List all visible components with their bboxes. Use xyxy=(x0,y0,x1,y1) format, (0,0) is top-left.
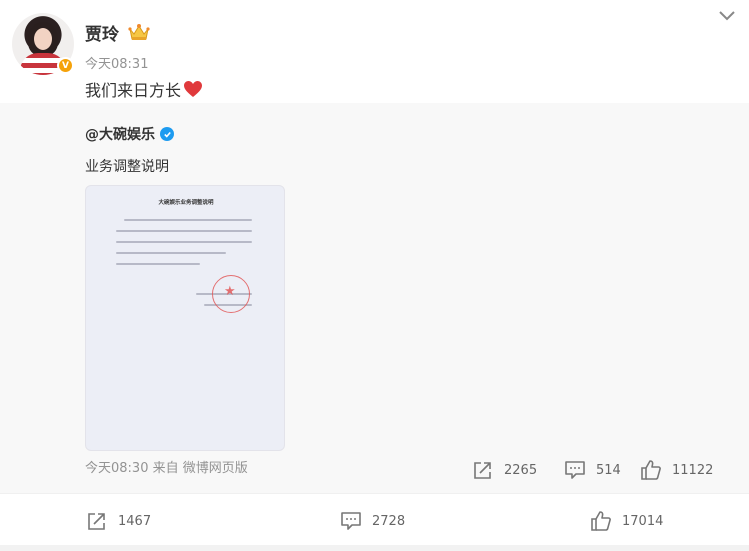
repost-username-text[interactable]: @大碗娱乐 xyxy=(85,124,155,144)
post-text-content: 我们来日方长 xyxy=(85,81,182,100)
divider xyxy=(0,493,749,494)
document-content: 大碗娱乐业务调整说明 xyxy=(86,186,284,450)
username[interactable]: 贾玲 xyxy=(85,20,119,45)
thumbs-up-icon xyxy=(641,460,661,480)
document-image[interactable]: 大碗娱乐业务调整说明 xyxy=(85,185,285,451)
document-line xyxy=(116,241,252,243)
repost-like-button[interactable]: 11122 xyxy=(640,459,713,481)
heart-emoji-icon xyxy=(184,81,203,97)
repost-share-button[interactable]: 2265 xyxy=(472,459,537,481)
comment-icon xyxy=(565,461,585,479)
repost-block[interactable]: @大碗娱乐 业务调整说明 大碗娱乐业务调整说明 今天08:30 来自 微博网页版 xyxy=(0,103,749,493)
share-button[interactable]: 1467 xyxy=(86,510,151,532)
repost-username[interactable]: @大碗娱乐 xyxy=(85,124,174,144)
document-line xyxy=(124,219,252,221)
comment-count: 2728 xyxy=(372,513,406,529)
post-text: 我们来日方长 xyxy=(85,77,203,101)
verified-blue-icon xyxy=(160,127,174,141)
repost-comment-count: 514 xyxy=(596,462,621,478)
document-line xyxy=(116,230,252,232)
share-icon xyxy=(474,462,491,479)
repost-comment-button[interactable]: 514 xyxy=(564,459,621,481)
repost-text: 业务调整说明 xyxy=(85,159,169,175)
thumbs-up-icon xyxy=(591,511,611,531)
red-seal-stamp xyxy=(212,275,250,313)
document-title: 大碗娱乐业务调整说明 xyxy=(158,200,214,206)
repost-like-count: 11122 xyxy=(672,462,714,478)
document-line xyxy=(116,263,200,265)
bottom-strip xyxy=(0,545,749,551)
post-timestamp[interactable]: 今天08:31 xyxy=(85,53,148,72)
comment-button[interactable]: 2728 xyxy=(340,510,405,532)
avatar-face xyxy=(34,28,52,50)
document-line xyxy=(116,252,226,254)
crown-icon[interactable] xyxy=(128,22,150,42)
like-count: 17014 xyxy=(622,513,664,529)
repost-meta[interactable]: 今天08:30 来自 微博网页版 xyxy=(85,457,248,476)
verified-badge-icon: V xyxy=(57,57,74,74)
chevron-down-icon[interactable] xyxy=(716,8,738,24)
share-count: 1467 xyxy=(118,513,152,529)
weibo-post-card: V 贾玲 今天08:31 我们来日方长 @大碗娱乐 业务调整说明 大碗娱乐业务调… xyxy=(0,0,749,551)
like-button[interactable]: 17014 xyxy=(590,510,663,532)
repost-share-count: 2265 xyxy=(504,462,538,478)
comment-icon xyxy=(341,512,361,530)
share-icon xyxy=(88,513,105,530)
